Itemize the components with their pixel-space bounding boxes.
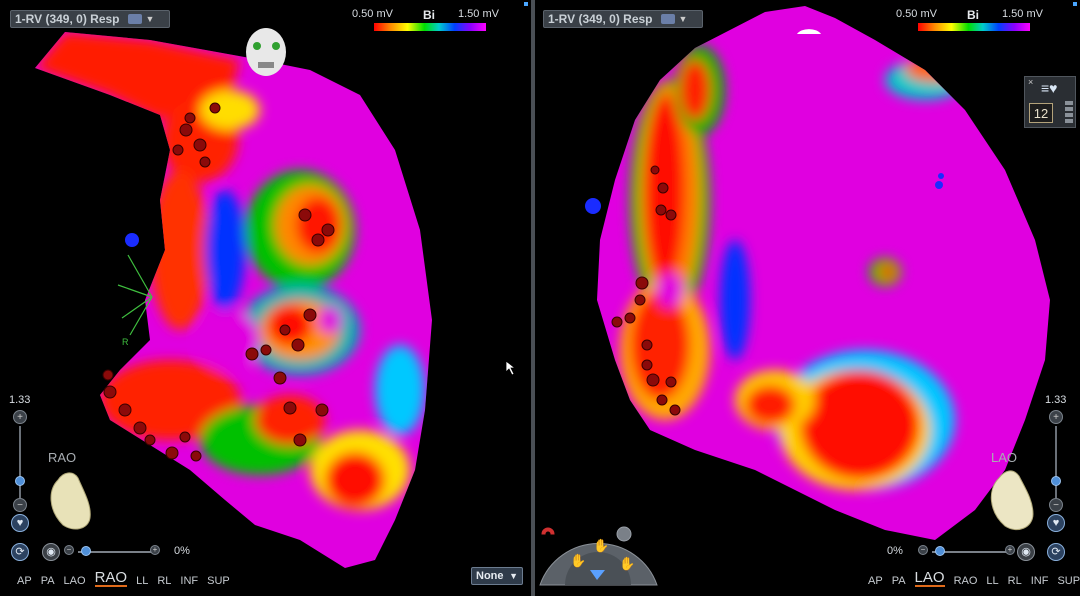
scale-gradient-bar [374,23,486,31]
svg-text:✋: ✋ [570,553,586,569]
magnet-icon [541,527,555,535]
projection-select-value: None [476,570,504,582]
view-rao-active[interactable]: RAO [94,570,128,587]
zoom-slider-knob[interactable] [15,476,25,486]
map-selector-label: 1-RV (349, 0) Resp [548,12,653,26]
map-selector[interactable]: 1-RV (349, 0) Resp ▼ [10,10,170,28]
opacity-value: 0% [887,545,903,557]
view-lao-active[interactable]: LAO [914,570,945,587]
opacity-value: 0% [174,545,190,557]
opacity-slider-knob[interactable] [81,546,91,556]
scale-min-label: 0.50 mV [352,8,393,20]
chevron-down-icon: ▼ [509,571,518,581]
view-rao[interactable]: RAO [954,575,978,587]
zoom-in-icon[interactable]: + [1049,410,1063,424]
view-sup[interactable]: SUP [207,575,230,587]
map-selector-label: 1-RV (349, 0) Resp [15,12,120,26]
opacity-slider-knob[interactable] [935,546,945,556]
mouse-cursor-icon [505,360,517,376]
voltage-color-scale: 0.50 mV Bi 1.50 mV [352,8,499,34]
scale-mode-label: Bi [423,8,435,22]
view-pa[interactable]: PA [892,575,906,587]
camera-icon[interactable]: ◉ [1017,543,1035,561]
head-orientation-icon [246,28,286,76]
pin-icon[interactable] [524,2,528,6]
scale-max-label: 1.50 mV [1002,8,1043,20]
orientation-label: LAO [991,450,1018,465]
catheter-map-icon [127,14,142,24]
view-pa[interactable]: PA [41,575,55,587]
zoom-out-icon[interactable]: − [1049,498,1063,512]
scale-max-label: 1.50 mV [458,8,499,20]
zoom-in-icon[interactable]: + [13,410,27,424]
scale-min-label: 0.50 mV [896,8,937,20]
heart-list-icon[interactable]: ≡♥ [1041,80,1057,96]
zoom-out-icon[interactable]: − [13,498,27,512]
heart-toggle-icon[interactable]: ♥ [11,514,29,532]
pin-icon[interactable] [1073,2,1077,6]
opacity-decrease-icon[interactable]: − [64,545,74,555]
view-ap[interactable]: AP [868,575,883,587]
view-reset-icon[interactable]: ⟳ [1047,543,1065,561]
heart-orientation-icon [50,472,91,530]
right-map-panel[interactable]: ✋ ✋ ✋ 1-RV (349, 0) Resp ▼ 0.50 mV Bi 1.… [535,0,1080,596]
right-3d-voltage-map[interactable]: ✋ ✋ ✋ [535,0,1080,596]
camera-icon[interactable]: ◉ [42,543,60,561]
view-ap[interactable]: AP [17,575,32,587]
zoom-slider-track[interactable] [1055,426,1057,498]
scroll-icon[interactable] [1065,101,1073,123]
zoom-value: 1.33 [1045,394,1067,406]
left-map-panel[interactable]: R 1-RV (349, 0) Resp ▼ 0.50 mV Bi 1.50 m… [0,0,531,596]
view-ll[interactable]: LL [136,575,148,587]
close-icon[interactable]: × [1028,77,1033,87]
view-sup[interactable]: SUP [1057,575,1080,587]
svg-text:✋: ✋ [593,538,609,554]
scale-gradient-bar [918,23,1030,31]
chevron-down-icon: ▼ [145,14,155,24]
zoom-slider-track[interactable] [19,426,21,498]
chevron-down-icon: ▼ [678,14,688,24]
orientation-label: RAO [48,450,77,465]
projection-select[interactable]: None ▼ [471,567,523,585]
opacity-increase-icon[interactable]: + [150,545,160,555]
heart-toggle-icon[interactable]: ♥ [1047,514,1065,532]
catheter-map-icon [660,14,675,24]
catheter-vector-icon [117,254,153,336]
zoom-value: 1.33 [9,394,31,406]
zoom-slider-knob[interactable] [1051,476,1061,486]
view-rl[interactable]: RL [157,575,171,587]
view-buttons: AP PA LAO RAO LL RL INF SUP [17,570,230,587]
view-inf[interactable]: INF [180,575,198,587]
view-inf[interactable]: INF [1031,575,1049,587]
map-selector[interactable]: 1-RV (349, 0) Resp ▼ [543,10,703,28]
view-buttons: AP PA LAO RAO LL RL INF SUP [868,570,1080,587]
view-ll[interactable]: LL [986,575,998,587]
voltage-color-scale: 0.50 mV Bi 1.50 mV [896,8,1043,34]
tool-wheel-icon: ✋ ✋ ✋ [539,526,658,586]
tool-count: 12 [1029,103,1053,123]
left-3d-voltage-map[interactable]: R [0,0,531,596]
scale-mode-label: Bi [967,8,979,22]
view-lao[interactable]: LAO [64,575,86,587]
opacity-decrease-icon[interactable]: − [918,545,928,555]
catheter-tip-marker [125,233,139,247]
view-rl[interactable]: RL [1008,575,1022,587]
catheter-tip-marker [585,198,601,214]
svg-text:✋: ✋ [619,556,635,572]
heart-tool-panel[interactable]: × ≡♥ 12 [1024,76,1076,128]
catheter-label: R [122,337,129,347]
heart-orientation-icon [990,470,1034,530]
opacity-increase-icon[interactable]: + [1005,545,1015,555]
view-reset-icon[interactable]: ⟳ [11,543,29,561]
